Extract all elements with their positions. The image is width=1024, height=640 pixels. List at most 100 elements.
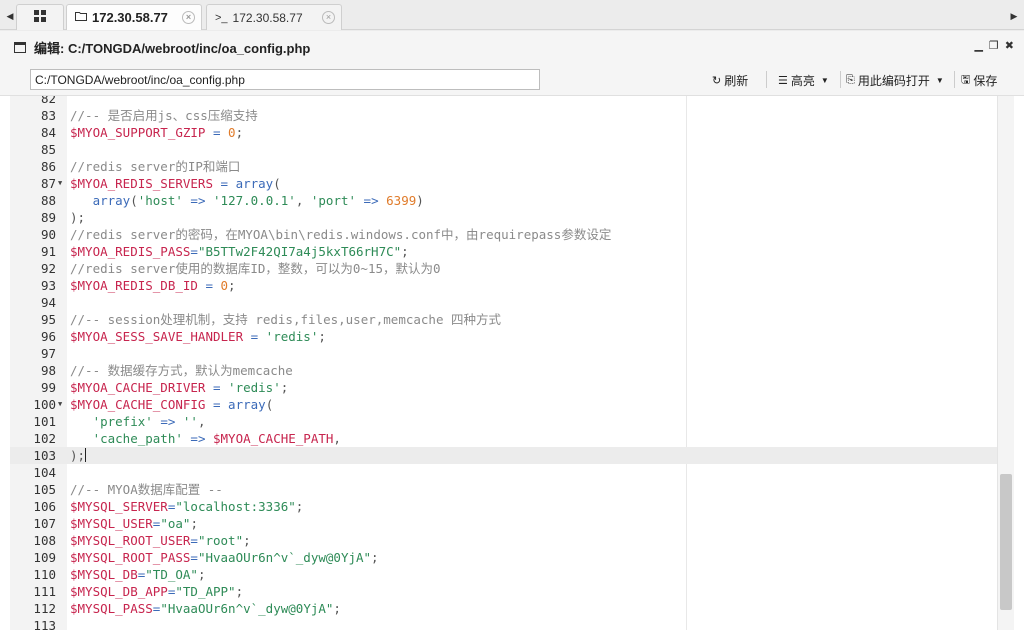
code-token: ; xyxy=(295,499,304,514)
restore-icon[interactable]: ❐ xyxy=(989,39,999,52)
code-line[interactable]: 105 //-- MYOA数据库配置 -- xyxy=(10,481,998,498)
code-line[interactable]: 92 //redis server使用的数据库ID，整数，可以为0~15，默认为0 xyxy=(10,260,998,277)
code-token: = xyxy=(190,244,198,259)
line-number: 101 xyxy=(33,414,56,429)
code-line[interactable]: 112 $MYSQL_PASS="HvaaOUr6n^v`_dyw@0YjA"; xyxy=(10,600,998,617)
code-token: = xyxy=(205,125,229,140)
open-with-encoding-dropdown[interactable]: ⎘ 用此编码打开 ▼ xyxy=(846,71,944,89)
tab-scroll-right-button[interactable]: ▶ xyxy=(1008,4,1020,28)
code-text: $MYOA_REDIS_DB_ID = 0; xyxy=(70,277,236,294)
code-line[interactable]: 103); xyxy=(10,447,998,464)
code-token: //-- 数据缓存方式，默认为memcache xyxy=(70,363,293,378)
code-line[interactable]: 100 ▼ $MYOA_CACHE_CONFIG = array( xyxy=(10,396,998,413)
line-number: 104 xyxy=(33,465,56,480)
code-line[interactable]: 87 ▼ $MYOA_REDIS_SERVERS = array( xyxy=(10,175,998,192)
code-line[interactable]: 94 xyxy=(10,294,998,311)
tab-terminal[interactable]: >_ 172.30.58.77 × xyxy=(206,4,342,30)
code-token: $MYOA_SESS_SAVE_HANDLER xyxy=(70,329,244,344)
tab-scroll-left-button[interactable]: ◀ xyxy=(4,4,16,28)
code-token: ( xyxy=(273,176,281,191)
close-icon[interactable]: × xyxy=(322,11,335,24)
tab-file-manager[interactable]: 172.30.58.77 × xyxy=(66,4,202,30)
code-token: "B5TTw2F42QI7a4j5kxT66rH7C" xyxy=(197,244,402,259)
code-token: $MYSQL_SERVER xyxy=(70,499,168,514)
code-token: ; xyxy=(280,380,289,395)
code-token: ; xyxy=(197,567,206,582)
toolbar-divider xyxy=(954,71,955,88)
code-line[interactable]: 82 xyxy=(10,96,998,107)
code-line[interactable]: 88 array('host' => '127.0.0.1', 'port' =… xyxy=(10,192,998,209)
tab-grid[interactable] xyxy=(16,4,64,30)
line-number: 97 xyxy=(40,346,56,361)
code-token: = xyxy=(205,380,229,395)
code-line[interactable]: 83 //-- 是否启用js、css压缩支持 xyxy=(10,107,998,124)
code-line[interactable]: 113 xyxy=(10,617,998,630)
code-token: array xyxy=(92,193,131,208)
folder-icon xyxy=(75,11,87,24)
tab-label: 172.30.58.77 xyxy=(232,10,303,25)
line-number: 82 xyxy=(40,96,56,106)
refresh-button[interactable]: ↻ 刷新 xyxy=(712,71,748,89)
code-token: //redis server使用的数据库ID，整数，可以为0~15，默认为0 xyxy=(70,261,441,276)
minimize-icon[interactable]: ▁ xyxy=(974,39,982,52)
save-button[interactable]: 🖫 保存 xyxy=(961,71,997,89)
code-line[interactable]: 91 $MYOA_REDIS_PASS="B5TTw2F42QI7a4j5kxT6… xyxy=(10,243,998,260)
code-line[interactable]: 86 //redis server的IP和端口 xyxy=(10,158,998,175)
code-token: ); xyxy=(70,448,86,463)
code-token: '' xyxy=(182,414,198,429)
vertical-scrollbar[interactable] xyxy=(997,96,1014,630)
code-line[interactable]: 85 xyxy=(10,141,998,158)
code-line[interactable]: 106 $MYSQL_SERVER="localhost:3336"; xyxy=(10,498,998,515)
code-text: array('host' => '127.0.0.1', 'port' => 6… xyxy=(70,192,424,209)
code-token: //-- 是否启用js、css压缩支持 xyxy=(70,108,258,123)
code-token: //-- MYOA数据库配置 -- xyxy=(70,482,223,497)
window-title: 编辑: C:/TONGDA/webroot/inc/oa_config.php xyxy=(34,40,311,56)
code-token: 'redis' xyxy=(265,329,319,344)
code-line[interactable]: 102 'cache_path' => $MYOA_CACHE_PATH, xyxy=(10,430,998,447)
code-token: array xyxy=(228,397,266,412)
close-icon[interactable]: × xyxy=(182,11,195,24)
window-titlebar: 编辑: C:/TONGDA/webroot/inc/oa_config.php … xyxy=(0,31,1024,63)
code-line[interactable]: 104 xyxy=(10,464,998,481)
code-token: //-- session处理机制，支持 redis,files,user,mem… xyxy=(70,312,502,327)
code-line[interactable]: 98 //-- 数据缓存方式，默认为memcache xyxy=(10,362,998,379)
file-path-input[interactable] xyxy=(30,69,540,90)
fold-toggle-icon[interactable]: ▼ xyxy=(58,396,62,413)
code-token: $MYSQL_ROOT_PASS xyxy=(70,550,191,565)
code-line[interactable]: 107 $MYSQL_USER="oa"; xyxy=(10,515,998,532)
code-line[interactable]: 84 $MYOA_SUPPORT_GZIP = 0; xyxy=(10,124,998,141)
code-text: $MYOA_REDIS_PASS="B5TTw2F42QI7a4j5kxT66r… xyxy=(70,243,409,260)
code-text: $MYOA_SESS_SAVE_HANDLER = 'redis'; xyxy=(70,328,326,345)
code-token: ; xyxy=(401,244,409,259)
code-line[interactable]: 110 $MYSQL_DB="TD_OA"; xyxy=(10,566,998,583)
code-line[interactable]: 101 'prefix' => '', xyxy=(10,413,998,430)
code-token: $MYOA_SUPPORT_GZIP xyxy=(70,125,206,140)
code-line[interactable]: 99 $MYOA_CACHE_DRIVER = 'redis'; xyxy=(10,379,998,396)
code-token: = xyxy=(197,278,221,293)
highlight-dropdown[interactable]: ☰ 高亮 ▼ xyxy=(778,71,829,89)
scrollbar-thumb[interactable] xyxy=(1000,474,1012,610)
fold-toggle-icon[interactable]: ▼ xyxy=(58,175,62,192)
code-line[interactable]: 95 //-- session处理机制，支持 redis,files,user,m… xyxy=(10,311,998,328)
line-number: 96 xyxy=(40,329,56,344)
line-number: 108 xyxy=(33,533,56,548)
close-icon[interactable]: ✖ xyxy=(1005,39,1014,52)
line-number: 98 xyxy=(40,363,56,378)
code-text: //-- 数据缓存方式，默认为memcache xyxy=(70,362,293,379)
terminal-icon: >_ xyxy=(215,11,228,24)
code-line[interactable]: 90 //redis server的密码，在MYOA\bin\redis.wind… xyxy=(10,226,998,243)
code-text: $MYOA_CACHE_DRIVER = 'redis'; xyxy=(70,379,288,396)
code-token: => xyxy=(152,414,183,429)
code-line[interactable]: 97 xyxy=(10,345,998,362)
line-number: 95 xyxy=(40,312,56,327)
code-line[interactable]: 109 $MYSQL_ROOT_PASS="HvaaOUr6n^v`_dyw@0Y… xyxy=(10,549,998,566)
code-line[interactable]: 93 $MYOA_REDIS_DB_ID = 0; xyxy=(10,277,998,294)
code-line[interactable]: 111 $MYSQL_DB_APP="TD_APP"; xyxy=(10,583,998,600)
code-line[interactable]: 96 $MYOA_SESS_SAVE_HANDLER = 'redis'; xyxy=(10,328,998,345)
code-token: , xyxy=(295,193,311,208)
code-line[interactable]: 89); xyxy=(10,209,998,226)
code-line[interactable]: 108 $MYSQL_ROOT_USER="root"; xyxy=(10,532,998,549)
code-editor[interactable]: 82 83 //-- 是否启用js、css压缩支持 84 $MYOA_SUPPORT_G… xyxy=(10,96,998,630)
